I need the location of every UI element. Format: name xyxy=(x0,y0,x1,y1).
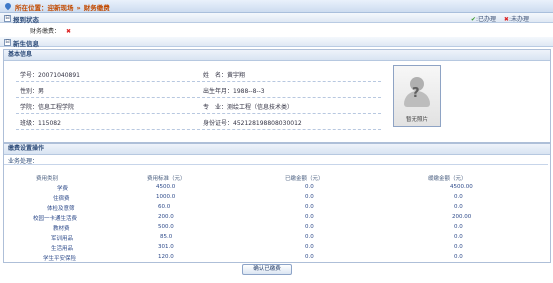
fee-paid: 0.0 xyxy=(305,204,314,210)
fee-paid: 0.0 xyxy=(305,214,314,220)
location-pin-icon xyxy=(3,1,13,11)
status-section-title: 报到状态 xyxy=(13,16,39,24)
column-header-standard: 费用标准（元） xyxy=(147,176,186,182)
fee-paid: 0.0 xyxy=(305,184,314,190)
student-id-card: 身份证号：452128198808030012 xyxy=(203,120,302,127)
legend-undone: 未办理 xyxy=(510,16,529,23)
student-major: 专 业：测绘工程（信息技术类） xyxy=(203,104,294,111)
location-bar: 所在位置：迎新现场» 财务缴费 xyxy=(0,0,553,13)
newcomer-section-header[interactable]: ⊟ 新生信息 xyxy=(0,37,553,48)
fee-standard: 200.0 xyxy=(158,214,174,220)
fee-category: 住宿费 xyxy=(53,196,70,202)
fee-standard: 120.0 xyxy=(158,254,174,260)
fee-category: 学生平安保险 xyxy=(43,256,77,262)
divider xyxy=(4,164,548,165)
fee-paid: 0.0 xyxy=(305,194,314,200)
confirm-paid-button[interactable]: 确认已缴费 xyxy=(242,264,292,275)
fee-standard: 301.0 xyxy=(158,244,174,250)
fee-paid: 0.0 xyxy=(305,244,314,250)
breadcrumb-item-1[interactable]: 迎新现场 xyxy=(48,4,74,12)
divider xyxy=(16,81,381,82)
breadcrumb: 所在位置：迎新现场» 财务缴费 xyxy=(15,2,110,12)
table-row: 学费 4500.0 0.0 4500.00 xyxy=(3,184,549,192)
student-id: 学号：20071040891 xyxy=(20,72,80,79)
breadcrumb-prefix: 所在位置： xyxy=(15,4,48,12)
student-birth: 出生年月：1988--8--3 xyxy=(203,88,265,95)
column-header-deferred: 缓缴金额（元） xyxy=(428,176,467,182)
cross-icon: ✖ xyxy=(66,28,72,35)
column-header-paid: 已缴金额（元） xyxy=(285,176,324,182)
fee-deferred: 200.00 xyxy=(452,214,472,220)
fee-category: 学费 xyxy=(57,186,69,192)
fee-deferred: 0.0 xyxy=(454,224,463,230)
column-header-category: 费用类别 xyxy=(36,176,59,182)
fee-category: 教材费 xyxy=(53,226,70,232)
student-gender: 性别：男 xyxy=(20,88,45,95)
fee-standard: 85.0 xyxy=(160,234,173,240)
finance-status-label: 财务缴费： xyxy=(30,28,61,35)
cross-icon: ✖ xyxy=(503,16,509,23)
check-icon: ✔ xyxy=(470,16,476,23)
status-section-header[interactable]: ⊟ 报到状态 ✔:已办理 ✖:未办理 xyxy=(0,13,553,24)
expand-icon[interactable]: ⊟ xyxy=(4,15,11,22)
fee-deferred: 0.0 xyxy=(454,244,463,250)
fee-category: 体检及意筛 xyxy=(47,206,75,212)
fee-category: 军训用品 xyxy=(51,236,74,242)
table-row: 校园一卡通生活费 200.0 0.0 200.00 xyxy=(3,214,549,222)
fee-paid: 0.0 xyxy=(305,224,314,230)
status-legend: ✔:已办理 ✖:未办理 xyxy=(470,16,529,23)
student-name: 姓 名：黄宇翔 xyxy=(203,72,246,79)
table-row: 体检及意筛 60.0 0.0 0.0 xyxy=(3,204,549,212)
divider xyxy=(16,113,381,114)
student-class: 班级：115082 xyxy=(20,120,61,127)
fee-deferred: 0.0 xyxy=(454,254,463,260)
finance-status: 财务缴费： ✖ xyxy=(30,26,71,35)
divider xyxy=(16,129,381,130)
fee-deferred: 0.0 xyxy=(454,234,463,240)
question-mark-icon: ? xyxy=(412,86,420,101)
fee-paid: 0.0 xyxy=(305,234,314,240)
fee-category: 校园一卡通生活费 xyxy=(33,216,78,222)
legend-done: 已办理 xyxy=(477,16,496,23)
newcomer-section-title: 新生信息 xyxy=(13,40,39,48)
student-photo: ? 暂无照片 xyxy=(393,65,441,127)
divider xyxy=(16,97,381,98)
fee-deferred: 4500.00 xyxy=(450,184,473,190)
payment-title: 缴费设置操作 xyxy=(4,144,550,155)
fee-standard: 4500.0 xyxy=(156,184,176,190)
breadcrumb-separator: » xyxy=(76,4,81,12)
fee-standard: 1000.0 xyxy=(156,194,176,200)
fee-standard: 60.0 xyxy=(158,204,171,210)
table-row: 军训用品 85.0 0.0 0.0 xyxy=(3,234,549,242)
breadcrumb-item-2[interactable]: 财务缴费 xyxy=(84,4,110,12)
table-row: 学生平安保险 120.0 0.0 0.0 xyxy=(3,254,549,262)
table-row: 生活用品 301.0 0.0 0.0 xyxy=(3,244,549,252)
fee-deferred: 0.0 xyxy=(454,204,463,210)
fee-deferred: 0.0 xyxy=(454,194,463,200)
fee-category: 生活用品 xyxy=(51,246,74,252)
fee-paid: 0.0 xyxy=(305,254,314,260)
student-college: 学院：信息工程学院 xyxy=(20,104,75,111)
expand-icon[interactable]: ⊟ xyxy=(4,39,11,46)
fee-standard: 500.0 xyxy=(158,224,174,230)
photo-caption: 暂无照片 xyxy=(405,117,428,123)
table-row: 教材费 500.0 0.0 0.0 xyxy=(3,224,549,232)
basic-info-title: 基本信息 xyxy=(4,50,550,61)
table-row: 住宿费 1000.0 0.0 0.0 xyxy=(3,194,549,202)
